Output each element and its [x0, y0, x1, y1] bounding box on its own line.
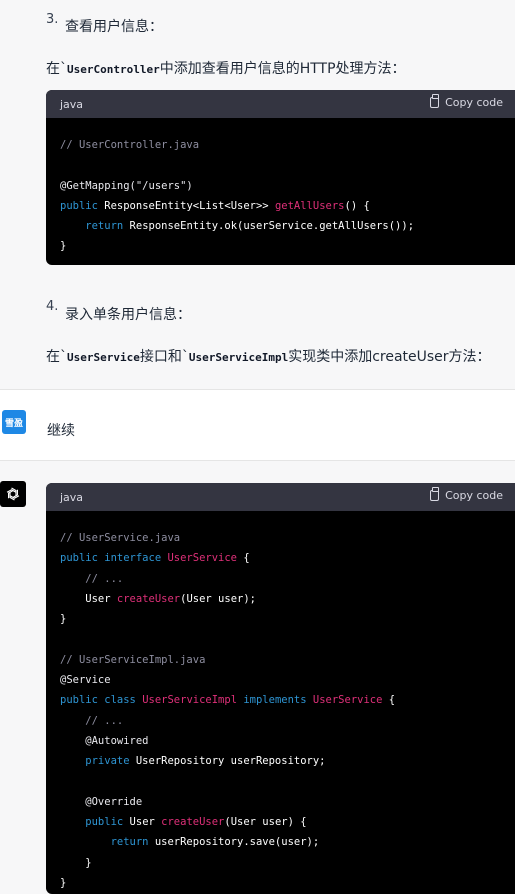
step-3-description: 在`UserController中添加查看用户信息的HTTP处理方法：	[46, 58, 406, 78]
code-token-ann: @GetMapping("/users")	[60, 179, 193, 192]
openai-logo-svg	[6, 487, 20, 501]
code-line: }	[60, 873, 515, 893]
step-4-title: 录入单条用户信息：	[65, 307, 191, 323]
code-token-plain: }	[60, 877, 67, 890]
step-4-number: 4.	[46, 299, 59, 314]
openai-logo-icon	[0, 481, 26, 507]
user-avatar: 雪盈	[2, 410, 26, 434]
user-message-row	[0, 389, 515, 461]
code-token-plain: }	[60, 613, 67, 626]
step-3-title: 查看用户信息：	[65, 19, 163, 35]
user-message-text: 继续	[47, 423, 75, 439]
code-line: @Autowired	[60, 731, 515, 751]
step-4-suffix: 实现类中添加createUser方法：	[288, 349, 491, 365]
code-token-fn: UserService	[167, 552, 238, 565]
code-line: @GetMapping("/users")	[60, 176, 515, 196]
inline-code-userservice: UserService	[67, 351, 140, 364]
copy-code-label: Copy code	[445, 96, 503, 109]
code-language-label: java	[60, 491, 84, 504]
code-token-plain: ResponseEntity.ok(userService.getAllUser…	[129, 220, 415, 233]
code-token-kw: private	[60, 755, 136, 768]
code-token-ann: @Override	[60, 795, 143, 808]
code-line: // UserServiceImpl.java	[60, 650, 515, 670]
step-4-description: 在`UserService接口和`UserServiceImpl实现类中添加cr…	[46, 346, 491, 366]
code-token-comment: // ...	[60, 714, 124, 727]
code-body: // UserService.java public interface User…	[46, 511, 515, 893]
code-language-label: java	[60, 98, 84, 111]
code-token-kw: return	[60, 220, 130, 233]
code-line: private UserRepository userRepository;	[60, 751, 515, 771]
code-token-kw: public class	[60, 694, 143, 707]
code-token-kw: implements	[243, 694, 313, 707]
copy-code-label: Copy code	[445, 489, 503, 502]
code-token-comment: // ...	[60, 572, 124, 585]
code-block-userservice: java Copy code // UserService.java public…	[46, 483, 515, 894]
code-token-ann: @Autowired	[60, 734, 149, 747]
code-line: @Override	[60, 792, 515, 812]
code-line: }	[60, 609, 515, 629]
code-token-comment: // UserService.java	[60, 532, 181, 544]
code-line: public interface UserService {	[60, 548, 515, 568]
code-line: // ...	[60, 569, 515, 589]
code-token-fn: createUser	[116, 592, 181, 605]
code-token-plain: UserRepository userRepository;	[135, 755, 326, 768]
code-header: java Copy code	[46, 483, 515, 511]
step-3-prefix: 在`	[46, 61, 67, 77]
code-token-ann: @Service	[60, 674, 111, 687]
code-token-plain: () {	[344, 199, 370, 212]
code-token-kw: public	[60, 816, 130, 829]
step-4-mid: 接口和`	[139, 349, 189, 365]
code-line: // UserService.java	[60, 528, 515, 548]
code-token-plain: User	[60, 592, 117, 605]
code-token-fn: UserServiceImpl	[142, 694, 244, 707]
code-line: // ...	[60, 711, 515, 731]
code-line: @Service	[60, 670, 515, 690]
code-block-usercontroller: java Copy code // UserController.java @G…	[46, 90, 515, 265]
code-header: java Copy code	[46, 90, 515, 118]
clipboard-icon	[430, 487, 440, 501]
code-token-plain: {	[382, 694, 396, 707]
copy-code-button[interactable]: Copy code	[430, 94, 503, 109]
code-line: // UserController.java	[60, 135, 515, 155]
code-line: }	[60, 236, 515, 256]
code-token-plain: userRepository.save(user);	[154, 836, 320, 849]
code-token-comment: // UserServiceImpl.java	[60, 653, 206, 666]
code-token-plain: {	[237, 552, 250, 565]
step-4-prefix: 在`	[46, 349, 67, 365]
step-3-number: 3.	[46, 12, 59, 27]
code-token-comment: // UserController.java	[60, 139, 200, 151]
code-token-kw: public interface	[60, 552, 168, 565]
code-token-kw: return	[60, 836, 155, 849]
code-token-fn: UserService	[312, 694, 383, 707]
code-token-fn: getAllUsers	[274, 199, 345, 212]
inline-code-usercontroller: UserController	[67, 63, 160, 76]
code-token-plain: User	[129, 816, 162, 829]
code-body: // UserController.java @GetMapping("/use…	[46, 118, 515, 257]
code-line: public class UserServiceImpl implements …	[60, 690, 515, 710]
code-line: return ResponseEntity.ok(userService.get…	[60, 216, 515, 236]
code-token-plain: (User user);	[180, 592, 256, 605]
code-line: User createUser(User user);	[60, 589, 515, 609]
code-token-kw: public	[60, 199, 105, 212]
code-token-fn: createUser	[161, 816, 225, 829]
code-line: public ResponseEntity<List<User>> getAll…	[60, 196, 515, 216]
code-line: }	[60, 853, 515, 873]
code-token-plain: ResponseEntity<List<User>>	[104, 199, 275, 212]
code-line: public User createUser(User user) {	[60, 812, 515, 832]
code-line: return userRepository.save(user);	[60, 832, 515, 852]
code-token-plain: }	[60, 240, 67, 253]
step-3-suffix: 中添加查看用户信息的HTTP处理方法：	[159, 61, 406, 77]
copy-code-button[interactable]: Copy code	[430, 487, 503, 502]
code-token-plain: (User user) {	[224, 816, 307, 829]
clipboard-icon	[430, 94, 440, 108]
inline-code-userserviceimpl: UserServiceImpl	[188, 351, 289, 364]
code-token-plain: }	[60, 856, 92, 869]
